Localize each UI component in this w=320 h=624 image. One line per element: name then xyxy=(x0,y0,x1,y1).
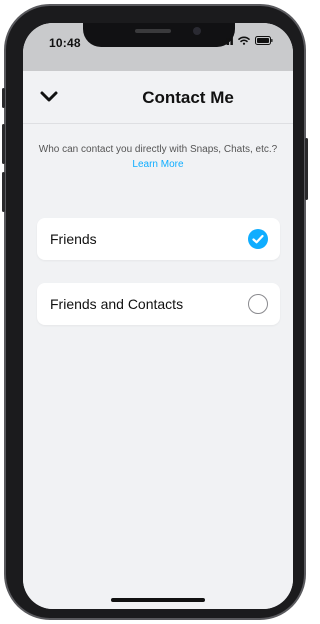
status-time: 10:48 xyxy=(49,36,81,50)
option-label: Friends and Contacts xyxy=(50,296,184,312)
battery-icon xyxy=(255,36,273,45)
volume-up-button xyxy=(2,124,5,164)
nav-bar: Contact Me xyxy=(23,71,293,124)
status-icons xyxy=(219,36,273,45)
radio-unselected-icon xyxy=(248,294,268,314)
status-bar: 10:48 xyxy=(23,23,293,71)
page-title: Contact Me xyxy=(142,88,234,107)
home-indicator xyxy=(111,598,205,602)
contact-me-sheet: Contact Me Who can contact you directly … xyxy=(23,71,293,609)
description-text: Who can contact you directly with Snaps,… xyxy=(38,144,278,155)
front-camera xyxy=(193,27,201,35)
mute-switch xyxy=(2,88,5,108)
screen: 10:48 Contact Me Who can contact you dir… xyxy=(23,23,293,609)
checkmark-selected-icon xyxy=(248,229,268,249)
option-label: Friends xyxy=(50,231,97,247)
signal-icon xyxy=(219,36,233,45)
chevron-down-icon[interactable] xyxy=(39,89,59,105)
wifi-icon xyxy=(238,36,250,45)
option-friends-and-contacts[interactable]: Friends and Contacts xyxy=(37,283,280,325)
option-friends[interactable]: Friends xyxy=(37,218,280,260)
volume-down-button xyxy=(2,172,5,212)
notch xyxy=(83,23,235,47)
learn-more-link[interactable]: Learn More xyxy=(23,159,293,170)
power-button xyxy=(305,138,308,200)
speaker xyxy=(135,29,171,33)
